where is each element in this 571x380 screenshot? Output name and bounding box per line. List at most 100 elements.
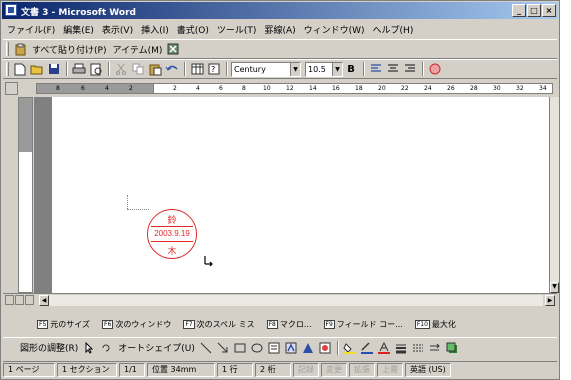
clipboard-icon[interactable] <box>12 41 28 57</box>
status-section: 1 セクション <box>57 362 117 377</box>
scroll-right-button[interactable]: ▶ <box>545 295 555 306</box>
title-bar[interactable]: 文書 3 - Microsoft Word _ □ × <box>2 2 558 19</box>
line-tool-icon[interactable] <box>198 340 214 356</box>
fkey-original-size[interactable]: F5 元のサイズ <box>37 319 90 330</box>
horizontal-ruler[interactable]: 8 6 4 2 2 4 6 8 10 12 14 16 18 20 22 24 … <box>3 80 557 97</box>
fkey-number: F8 <box>266 319 278 329</box>
shadow-icon[interactable] <box>444 340 460 356</box>
status-overtype[interactable]: 上書 <box>377 362 403 377</box>
bold-button[interactable]: B <box>343 61 359 77</box>
fkey-number: F7 <box>183 319 195 329</box>
highlight-icon[interactable] <box>427 61 443 77</box>
toolbar-separator <box>422 62 424 76</box>
paste-icon[interactable] <box>147 61 163 77</box>
print-layout-icon[interactable] <box>25 295 34 305</box>
cut-icon[interactable] <box>113 61 129 77</box>
dash-style-icon[interactable] <box>410 340 426 356</box>
vertical-ruler[interactable] <box>18 97 33 293</box>
menu-window[interactable]: ウィンドウ(W) <box>300 23 369 36</box>
clipboard-items-button[interactable]: アイテム(M) <box>112 43 162 56</box>
font-color-icon[interactable] <box>376 340 392 356</box>
word-app-icon[interactable] <box>5 4 17 16</box>
menu-view[interactable]: 表示(V) <box>98 23 137 36</box>
wordart-icon[interactable] <box>283 340 299 356</box>
ruler-tick: 28 <box>470 85 478 92</box>
fkey-label: フィールド コー... <box>336 319 403 329</box>
menu-insert[interactable]: 挿入(I) <box>137 23 173 36</box>
fkey-label: 次のウィンドウ <box>115 319 172 329</box>
fkey-field-code[interactable]: F9 フィールド コー... <box>323 319 403 330</box>
tab-selector[interactable] <box>5 82 18 95</box>
ruler-tick: 32 <box>516 85 524 92</box>
fkey-next-misspelling[interactable]: F7 次のスペル ミス <box>183 319 255 330</box>
ellipse-tool-icon[interactable] <box>249 340 265 356</box>
arrow-tool-icon[interactable] <box>215 340 231 356</box>
clear-clipboard-icon[interactable] <box>165 41 181 57</box>
undo-icon[interactable] <box>164 61 180 77</box>
vertical-scrollbar[interactable]: ▼ <box>549 97 559 293</box>
new-document-icon[interactable] <box>12 61 28 77</box>
menu-bar: ファイル(F) 編集(E) 表示(V) 挿入(I) 書式(O) ツール(T) 罫… <box>3 21 557 38</box>
align-left-icon[interactable] <box>368 61 384 77</box>
chevron-down-icon[interactable]: ▼ <box>332 62 342 76</box>
web-layout-icon[interactable] <box>15 295 24 305</box>
fkey-macro[interactable]: F8 マクロ... <box>266 319 312 330</box>
close-button[interactable]: × <box>542 4 556 17</box>
minimize-button[interactable]: _ <box>512 4 526 17</box>
font-size-combo[interactable]: 10.5 ▼ <box>305 61 343 77</box>
toolbar-separator <box>363 62 365 76</box>
help-icon[interactable]: ? <box>206 61 222 77</box>
autoshapes-button[interactable]: オートシェイプ(U) <box>118 341 195 354</box>
fkey-next-window[interactable]: F6 次のウィンドウ <box>102 319 171 330</box>
print-icon[interactable] <box>71 61 87 77</box>
horizontal-scrollbar[interactable]: ◀ ▶ <box>3 293 557 307</box>
maximize-button[interactable]: □ <box>527 4 541 17</box>
line-style-icon[interactable] <box>393 340 409 356</box>
menu-format[interactable]: 書式(O) <box>173 23 213 36</box>
status-bar: 1 ページ 1 セクション 1/1 位置 34mm 1 行 2 桁 記録 変更 … <box>3 361 557 377</box>
menu-edit[interactable]: 編集(E) <box>59 23 98 36</box>
paste-all-button[interactable]: すべて貼り付け(P) <box>32 43 106 56</box>
copy-icon[interactable] <box>130 61 146 77</box>
toolbar-grip[interactable] <box>6 42 9 56</box>
diagram-icon[interactable] <box>300 340 316 356</box>
menu-help[interactable]: ヘルプ(H) <box>369 23 418 36</box>
text-box-icon[interactable] <box>266 340 282 356</box>
arrow-style-icon[interactable] <box>427 340 443 356</box>
ruler-tick: 24 <box>424 85 432 92</box>
insert-table-icon[interactable] <box>189 61 205 77</box>
margin-corner-mark <box>127 209 149 210</box>
normal-view-icon[interactable] <box>5 295 14 305</box>
scroll-left-button[interactable]: ◀ <box>39 295 49 306</box>
align-right-icon[interactable] <box>402 61 418 77</box>
margin-corner-mark <box>127 195 128 209</box>
clip-art-icon[interactable] <box>317 340 333 356</box>
status-record[interactable]: 記録 <box>293 362 319 377</box>
rectangle-tool-icon[interactable] <box>232 340 248 356</box>
date-stamp[interactable]: 鈴 2003.9.19 木 <box>147 209 197 259</box>
select-objects-icon[interactable] <box>81 340 97 356</box>
fkey-maximize[interactable]: F10 最大化 <box>414 319 456 330</box>
align-center-icon[interactable] <box>385 61 401 77</box>
free-rotate-icon[interactable] <box>98 340 114 356</box>
open-folder-icon[interactable] <box>29 61 45 77</box>
print-preview-icon[interactable] <box>88 61 104 77</box>
save-icon[interactable] <box>46 61 62 77</box>
toolbar-grip[interactable] <box>6 62 9 76</box>
menu-table[interactable]: 罫線(A) <box>260 23 299 36</box>
status-track-changes[interactable]: 変更 <box>321 362 347 377</box>
draw-menu-button[interactable]: 図形の調整(R) <box>20 341 78 354</box>
chevron-down-icon[interactable]: ▼ <box>290 62 300 76</box>
menu-file[interactable]: ファイル(F) <box>3 23 59 36</box>
stamp-bottom-text: 木 <box>167 247 177 257</box>
document-page[interactable]: 鈴 2003.9.19 木 <box>52 97 549 293</box>
status-extend[interactable]: 拡張 <box>349 362 375 377</box>
menu-tools[interactable]: ツール(T) <box>213 23 261 36</box>
ruler-tick: 18 <box>355 85 363 92</box>
scroll-down-button[interactable]: ▼ <box>550 282 559 293</box>
status-column: 2 桁 <box>255 362 291 377</box>
horizontal-scroll-track[interactable] <box>49 295 543 306</box>
fill-color-icon[interactable] <box>342 340 358 356</box>
line-color-icon[interactable] <box>359 340 375 356</box>
font-name-combo[interactable]: Century ▼ <box>231 61 301 77</box>
